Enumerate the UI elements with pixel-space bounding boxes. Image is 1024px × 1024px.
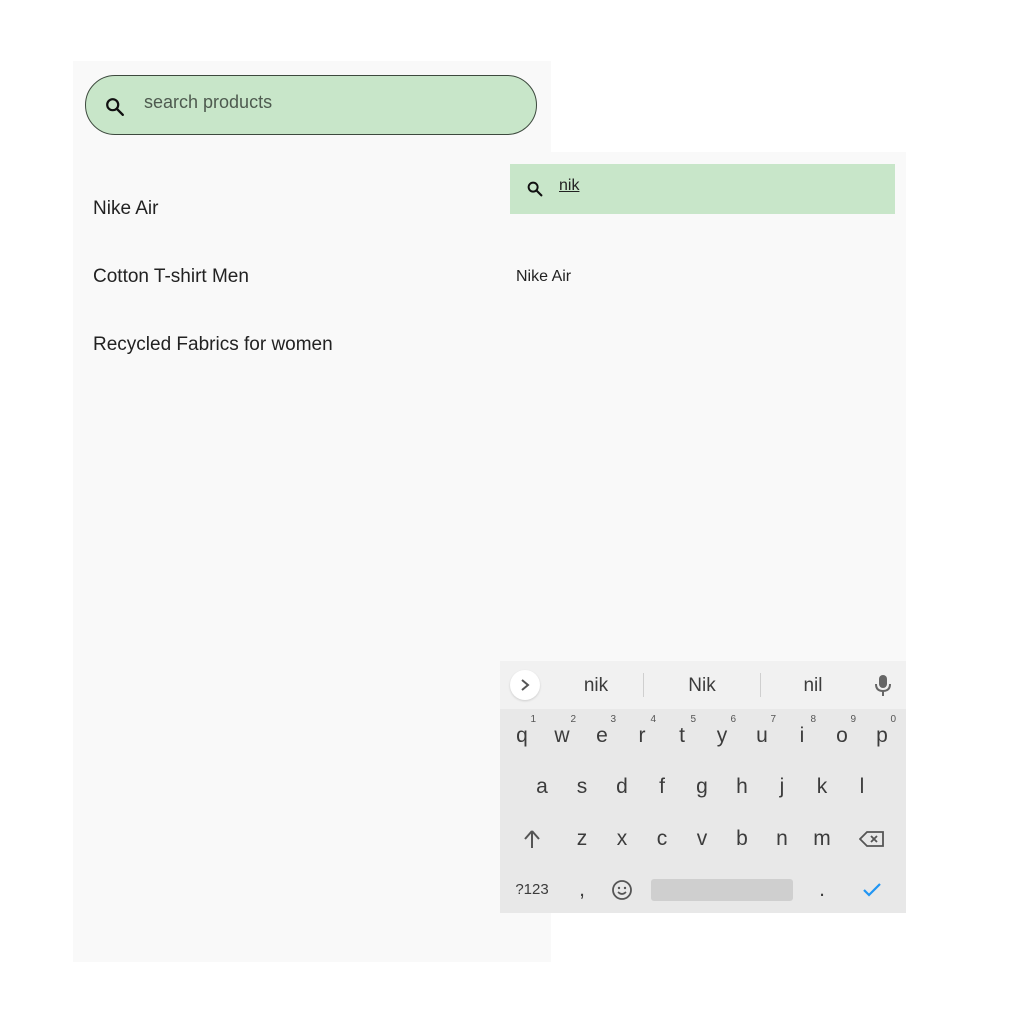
product-search-field[interactable]: search products	[85, 75, 537, 135]
product-item[interactable]: Recycled Fabrics for women	[93, 334, 333, 356]
key-u[interactable]: u7	[742, 713, 782, 759]
search-placeholder: search products	[144, 92, 273, 112]
key-t[interactable]: t5	[662, 713, 702, 759]
key-f[interactable]: f	[642, 764, 682, 810]
key-k[interactable]: k	[802, 764, 842, 810]
symbols-key[interactable]: ?123	[512, 867, 552, 913]
suggestion-item[interactable]: nik	[550, 661, 642, 709]
backspace-icon	[858, 831, 884, 847]
comma-key[interactable]: ,	[562, 867, 602, 913]
key-y[interactable]: y6	[702, 713, 742, 759]
emoji-icon	[612, 880, 632, 900]
key-i[interactable]: i8	[782, 713, 822, 759]
key-w[interactable]: w2	[542, 713, 582, 759]
key-q[interactable]: q1	[502, 713, 542, 759]
backspace-key[interactable]	[852, 816, 892, 862]
product-item[interactable]: Cotton T-shirt Men	[93, 266, 249, 288]
key-b[interactable]: b	[722, 816, 762, 862]
chevron-right-icon	[521, 679, 530, 691]
key-a[interactable]: a	[522, 764, 562, 810]
key-j[interactable]: j	[762, 764, 802, 810]
key-h[interactable]: h	[722, 764, 762, 810]
product-list-screen: search products Nike Air Cotton T-shirt …	[73, 61, 551, 962]
shift-arrow-icon	[524, 830, 540, 848]
product-item[interactable]: Nike Air	[93, 198, 158, 220]
suggestion-item[interactable]: Nik	[644, 661, 760, 709]
search-bar[interactable]: nik	[510, 164, 895, 214]
search-result-item[interactable]: Nike Air	[516, 268, 571, 286]
space-key[interactable]	[651, 879, 793, 901]
key-o[interactable]: o9	[822, 713, 862, 759]
suggestion-strip: nik Nik nil	[500, 661, 906, 709]
done-key[interactable]	[852, 867, 892, 913]
search-icon	[106, 98, 124, 116]
suggestion-item[interactable]: nil	[761, 661, 865, 709]
key-e[interactable]: e3	[582, 713, 622, 759]
shift-key[interactable]	[512, 816, 552, 862]
key-r[interactable]: r4	[622, 713, 662, 759]
key-m[interactable]: m	[802, 816, 842, 862]
search-icon	[527, 181, 543, 197]
expand-toolbar-button[interactable]	[510, 670, 540, 700]
search-results-screen: nik Nike Air nik Nik nil q1 w2 e3 r4 t 5…	[500, 152, 906, 913]
key-l[interactable]: l	[842, 764, 882, 810]
key-x[interactable]: x	[602, 816, 642, 862]
key-g[interactable]: g	[682, 764, 722, 810]
key-s[interactable]: s	[562, 764, 602, 810]
search-input[interactable]: nik	[559, 177, 579, 195]
emoji-key[interactable]	[602, 867, 642, 913]
period-key[interactable]: .	[802, 867, 842, 913]
key-p[interactable]: p0	[862, 713, 902, 759]
key-d[interactable]: d	[602, 764, 642, 810]
key-n[interactable]: n	[762, 816, 802, 862]
checkmark-icon	[863, 883, 881, 897]
soft-keyboard: nik Nik nil q1 w2 e3 r4 t5 y6 u7 i8 o9 p…	[500, 661, 906, 913]
key-z[interactable]: z	[562, 816, 602, 862]
microphone-icon[interactable]	[874, 674, 892, 698]
key-v[interactable]: v	[682, 816, 722, 862]
key-c[interactable]: c	[642, 816, 682, 862]
